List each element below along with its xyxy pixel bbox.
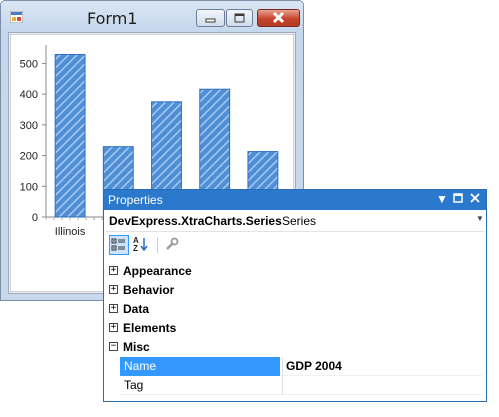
object-type: DevExpress.XtraCharts.Series (109, 214, 282, 228)
expand-icon[interactable]: + (109, 304, 118, 313)
property-pages-button[interactable] (163, 235, 183, 255)
y-tick-label: 400 (20, 89, 38, 101)
properties-window: Properties ▼ DevExpress.XtraCharts.Serie… (103, 189, 487, 402)
expand-icon[interactable]: + (109, 266, 118, 275)
property-name[interactable]: Name (120, 357, 280, 376)
category-misc[interactable]: − Misc (104, 338, 486, 357)
category-label: Data (123, 302, 150, 316)
category-elements[interactable]: + Elements (104, 319, 486, 338)
alphabetical-button[interactable]: A Z (132, 235, 152, 255)
property-value[interactable]: GDP 2004 (284, 357, 482, 376)
minimize-icon (205, 18, 216, 23)
form-titlebar[interactable]: Form1 (1, 1, 303, 32)
property-row-tag[interactable]: Tag (120, 376, 482, 395)
category-appearance[interactable]: + Appearance (104, 262, 486, 281)
property-name[interactable]: Tag (120, 376, 280, 395)
expand-icon[interactable]: + (109, 323, 118, 332)
y-tick-label: 200 (20, 151, 38, 163)
dropdown-arrow-icon[interactable]: ▼ (435, 192, 449, 206)
category-data[interactable]: + Data (104, 300, 486, 319)
y-tick-label: 100 (20, 181, 38, 193)
maximize-icon[interactable] (451, 192, 465, 206)
column-divider (282, 357, 283, 376)
column-divider (282, 376, 283, 395)
chevron-down-icon[interactable]: ▼ (476, 214, 484, 223)
category-behavior[interactable]: + Behavior (104, 281, 486, 300)
close-button[interactable] (257, 9, 300, 27)
y-tick-label: 300 (20, 120, 38, 132)
property-row-name[interactable]: Name GDP 2004 (120, 357, 482, 376)
minimize-button[interactable] (196, 9, 225, 27)
category-label: Behavior (123, 283, 175, 297)
y-tick-label: 500 (20, 58, 38, 70)
alphabetical-icon: A Z (133, 236, 148, 253)
close-icon (272, 11, 285, 24)
expand-icon[interactable]: + (109, 285, 118, 294)
svg-text:Z: Z (133, 244, 138, 253)
object-selector[interactable]: DevExpress.XtraCharts.Series Series ▼ (106, 211, 484, 232)
category-label: Appearance (123, 264, 192, 278)
collapse-icon[interactable]: − (109, 342, 118, 351)
property-value[interactable] (284, 376, 482, 395)
category-label: Elements (123, 321, 177, 335)
window-title: Form1 (87, 9, 138, 28)
x-tick-label: Illinois (55, 226, 86, 238)
properties-title: Properties (108, 193, 163, 207)
properties-toolbar: A Z (104, 234, 486, 256)
app-icon (10, 11, 23, 23)
maximize-icon (234, 13, 245, 23)
toolbar-separator (157, 237, 158, 253)
properties-titlebar[interactable]: Properties ▼ (104, 190, 486, 210)
category-label: Misc (123, 340, 150, 354)
object-name: Series (282, 214, 317, 228)
categorized-icon (111, 238, 125, 251)
maximize-button[interactable] (226, 9, 253, 27)
categorized-button[interactable] (109, 235, 129, 255)
wrench-icon (166, 237, 179, 250)
close-icon[interactable] (468, 192, 482, 206)
y-tick-label: 0 (32, 212, 38, 224)
bar (54, 54, 86, 218)
